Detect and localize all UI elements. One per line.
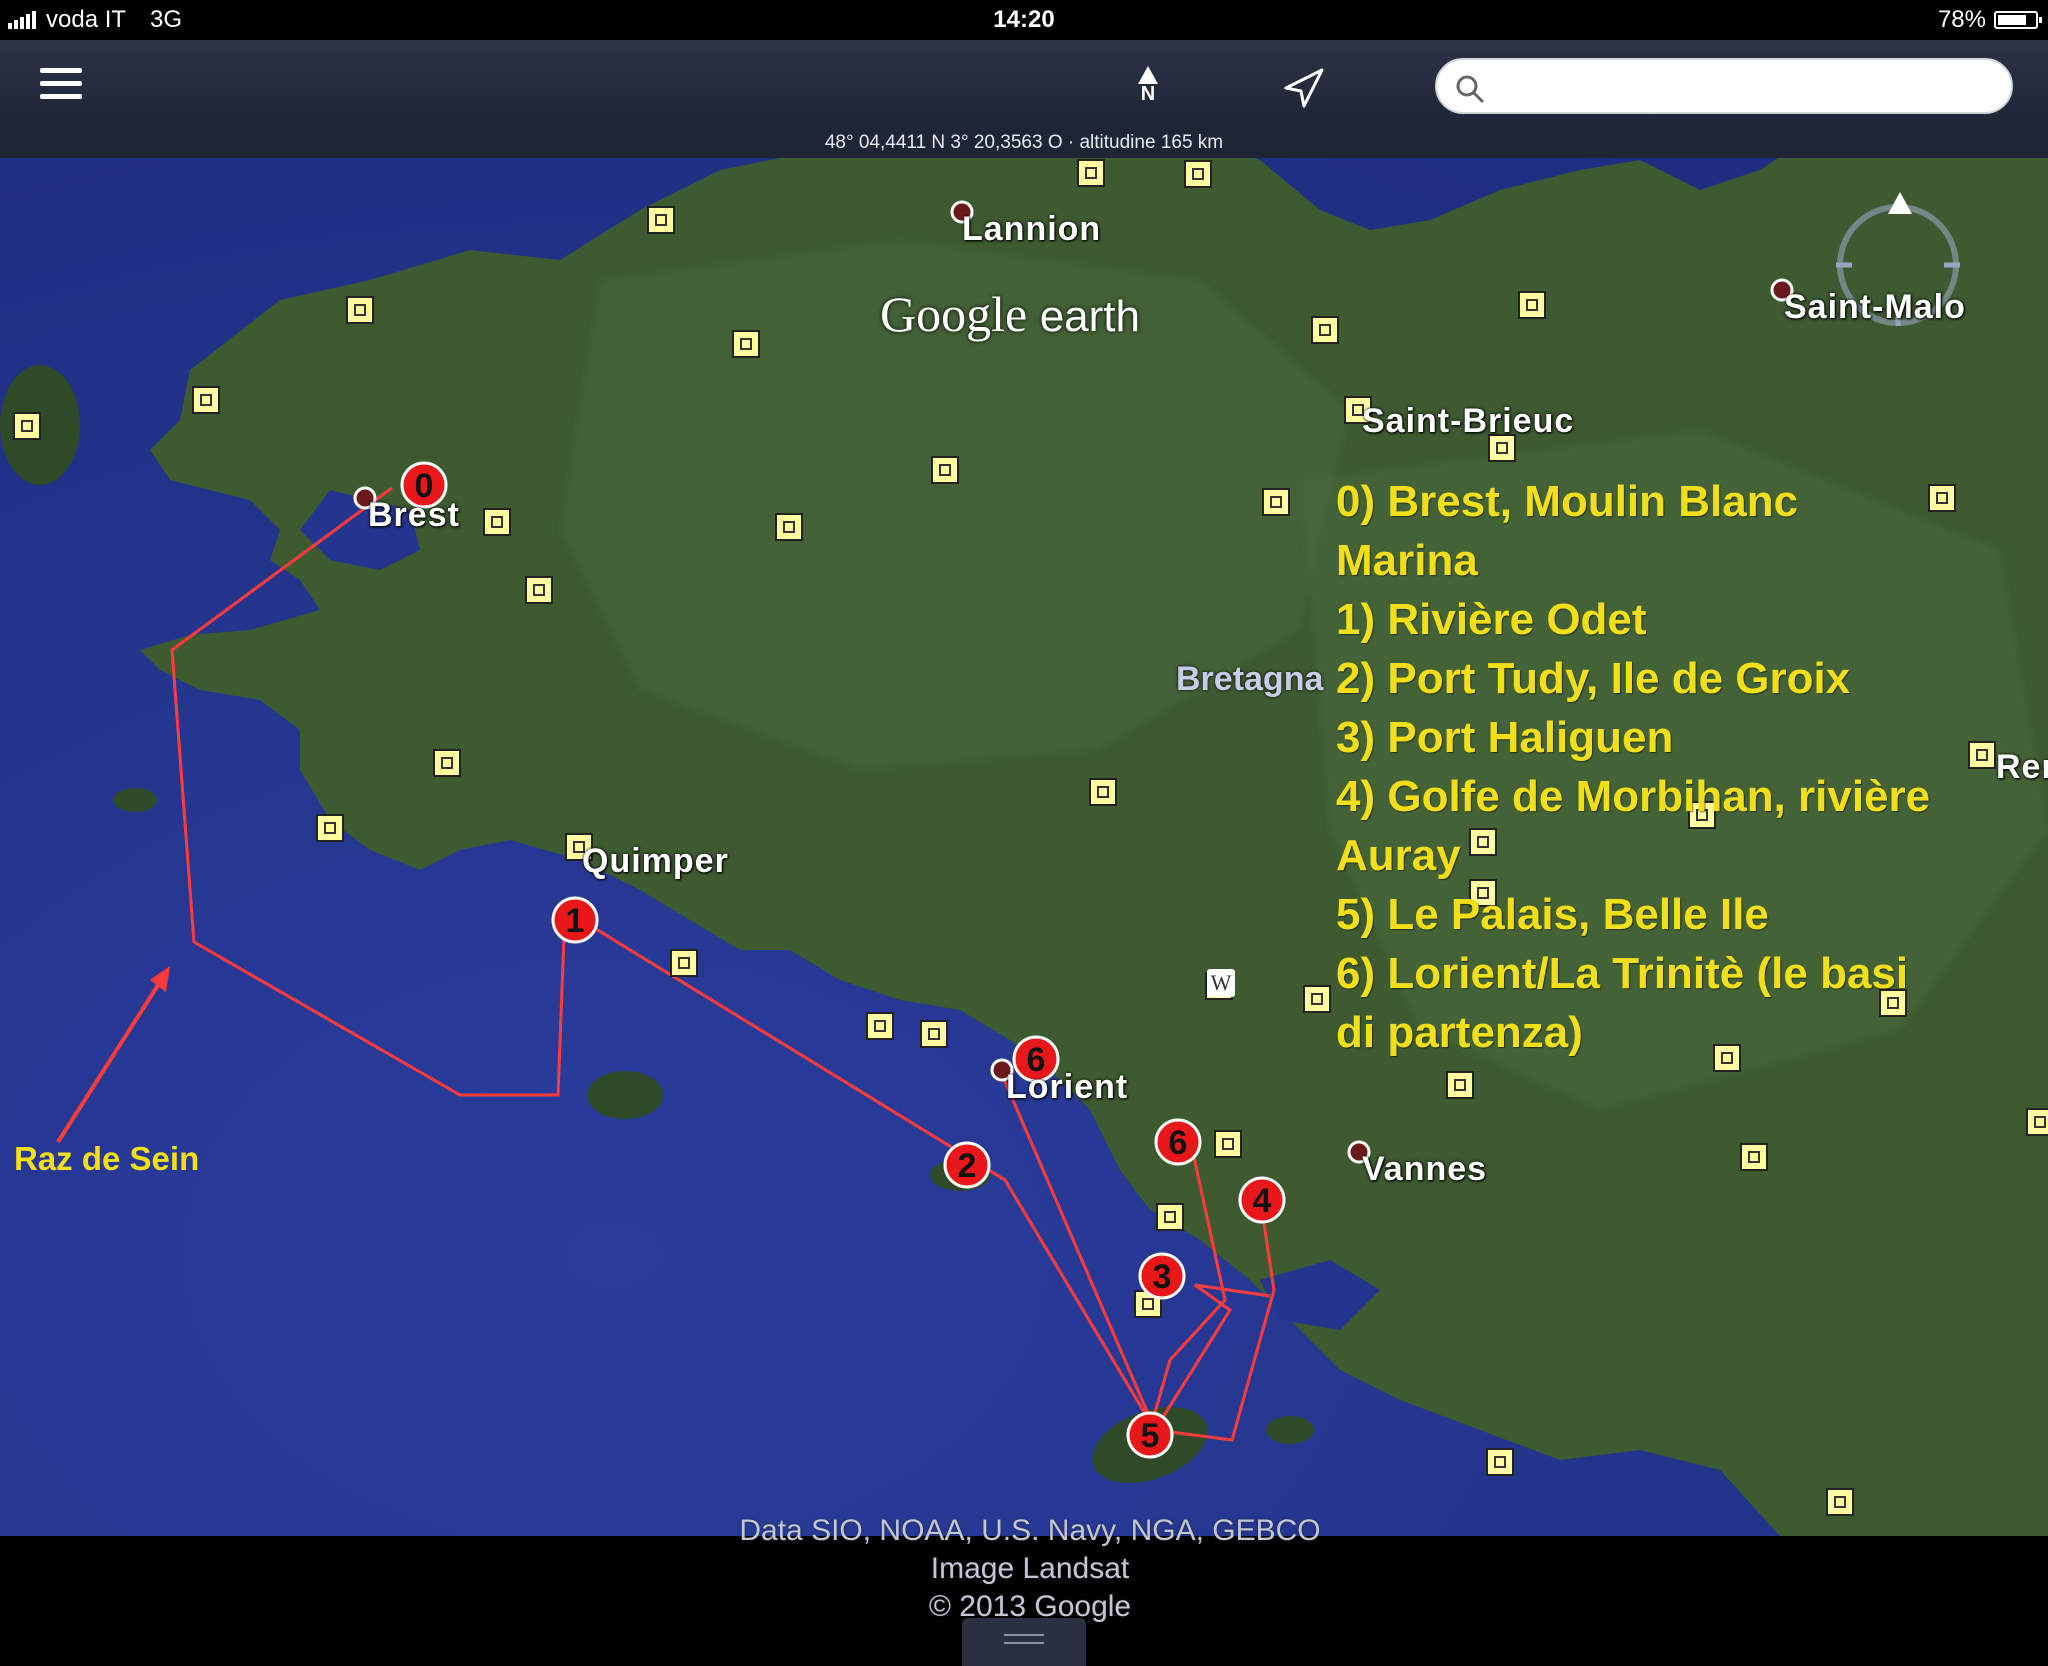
island	[1266, 1416, 1314, 1444]
poi-marker-icon[interactable]	[1089, 778, 1117, 806]
battery-level	[1998, 15, 2027, 25]
poi-marker-icon[interactable]	[1518, 291, 1546, 319]
legend-line: 1) Rivière Odet	[1336, 595, 1647, 644]
poi-marker-icon[interactable]	[775, 513, 803, 541]
poi-marker-icon[interactable]	[316, 814, 344, 842]
wikipedia-icon[interactable]: W	[1207, 969, 1235, 997]
status-right: 78%	[1937, 6, 2042, 34]
legend-line: 4) Golfe de Morbihan, rivière	[1336, 772, 1931, 821]
city-label-rennes[interactable]: Ren	[1996, 748, 2048, 787]
poi-marker-icon[interactable]	[1928, 484, 1956, 512]
coordinate-readout: 48° 04,4411 N 3° 20,3563 O · altitudine …	[0, 130, 2048, 158]
top-toolbar: N	[0, 40, 2048, 130]
clock: 14:20	[993, 6, 1055, 33]
poi-marker-icon[interactable]	[2026, 1108, 2048, 1136]
search-input[interactable]	[1497, 68, 1991, 106]
battery-icon	[1994, 11, 2042, 29]
google-earth-logo: Google earth	[880, 285, 1140, 343]
north-arrow-icon[interactable]: N	[1128, 62, 1168, 112]
search-bar[interactable]	[1435, 58, 2013, 114]
poi-marker-icon[interactable]	[931, 456, 959, 484]
region-label-bretagna[interactable]: Bretagna	[1176, 660, 1323, 699]
poi-marker-icon[interactable]	[866, 1012, 894, 1040]
credit-line: Data SIO, NOAA, U.S. Navy, NGA, GEBCO	[739, 1514, 1321, 1547]
legend-line: Marina	[1336, 536, 1478, 585]
poi-marker-icon[interactable]	[1311, 316, 1339, 344]
imagery-credits: Data SIO, NOAA, U.S. Navy, NGA, GEBCO Im…	[700, 1512, 1360, 1626]
route-marker-label: 4	[1253, 1182, 1272, 1220]
legend-line: 3) Port Haliguen	[1336, 713, 1674, 762]
poi-marker-icon[interactable]	[1077, 159, 1105, 187]
city-label-vannes[interactable]: Vannes	[1362, 1150, 1487, 1189]
route-marker-label: 1	[566, 902, 585, 940]
poi-marker-icon[interactable]	[1446, 1071, 1474, 1099]
poi-marker-icon[interactable]	[1486, 1448, 1514, 1476]
route-marker-6[interactable]: 6	[1154, 1118, 1202, 1166]
poi-marker-icon[interactable]	[1156, 1203, 1184, 1231]
annotation-raz-de-sein: Raz de Sein	[14, 1140, 200, 1177]
status-bar: voda IT 3G 14:20 78%	[0, 0, 2048, 40]
credit-line: Image Landsat	[930, 1552, 1130, 1585]
poi-marker-icon[interactable]	[1184, 160, 1212, 188]
legend-line: Auray	[1336, 831, 1461, 880]
city-label-saint-malo[interactable]: Saint-Malo	[1784, 288, 1966, 327]
route-marker-3[interactable]: 3	[1138, 1252, 1186, 1300]
legend-line: 0) Brest, Moulin Blanc	[1336, 477, 1799, 526]
poi-marker-icon[interactable]	[1214, 1130, 1242, 1158]
poi-marker-icon[interactable]	[1740, 1143, 1768, 1171]
route-marker-label: 5	[1141, 1417, 1160, 1455]
poi-marker-icon[interactable]	[1968, 741, 1996, 769]
logo-earth: earth	[1039, 292, 1140, 341]
poi-marker-icon[interactable]	[433, 749, 461, 777]
city-label-lannion[interactable]: Lannion	[962, 210, 1101, 249]
logo-google: Google	[880, 286, 1028, 342]
city-label-quimper[interactable]: Quimper	[582, 842, 729, 881]
poi-marker-icon[interactable]	[483, 508, 511, 536]
ile-de-sein	[113, 788, 157, 812]
poi-marker-icon[interactable]	[346, 296, 374, 324]
route-marker-5[interactable]: 5	[1126, 1411, 1174, 1459]
search-icon	[1456, 75, 1485, 104]
poi-marker-icon[interactable]	[525, 576, 553, 604]
poi-marker-icon[interactable]	[647, 206, 675, 234]
poi-marker-icon[interactable]	[13, 412, 41, 440]
legend-line: 5) Le Palais, Belle Ile	[1336, 890, 1769, 939]
battery-percent: 78%	[1937, 6, 1986, 33]
poi-marker-icon[interactable]	[670, 949, 698, 977]
location-arrow-icon[interactable]	[1278, 64, 1328, 114]
route-marker-label: 2	[958, 1147, 977, 1185]
legend-line: 2) Port Tudy, Ile de Groix	[1336, 654, 1851, 703]
poi-marker-icon[interactable]	[920, 1020, 948, 1048]
glenan-islands	[587, 1071, 663, 1119]
city-label-saint-brieuc[interactable]: Saint-Brieuc	[1362, 402, 1574, 441]
map-view[interactable]: 01234566 Google earth Lannion Saint-Malo…	[0, 130, 2048, 1666]
drawer-handle[interactable]	[962, 1618, 1086, 1666]
route-legend: 0) Brest, Moulin Blanc Marina 1) Rivière…	[1336, 472, 1930, 1062]
legend-line: di partenza)	[1336, 1008, 1583, 1057]
city-label-lorient[interactable]: Lorient	[1006, 1068, 1128, 1107]
city-label-brest[interactable]: Brest	[368, 496, 460, 535]
legend-line: 6) Lorient/La Trinitè (le basi	[1336, 949, 1909, 998]
poi-marker-icon[interactable]	[192, 386, 220, 414]
route-marker-2[interactable]: 2	[943, 1141, 991, 1189]
route-marker-label: 6	[1169, 1124, 1188, 1162]
poi-marker-icon[interactable]	[1826, 1488, 1854, 1516]
poi-marker-icon[interactable]	[1303, 985, 1331, 1013]
route-marker-4[interactable]: 4	[1238, 1176, 1286, 1224]
poi-marker-icon[interactable]	[732, 330, 760, 358]
north-letter: N	[1140, 83, 1156, 105]
poi-marker-icon[interactable]	[1262, 488, 1290, 516]
hamburger-menu-icon[interactable]	[40, 68, 82, 102]
route-marker-label: 3	[1153, 1258, 1172, 1296]
route-marker-1[interactable]: 1	[551, 896, 599, 944]
